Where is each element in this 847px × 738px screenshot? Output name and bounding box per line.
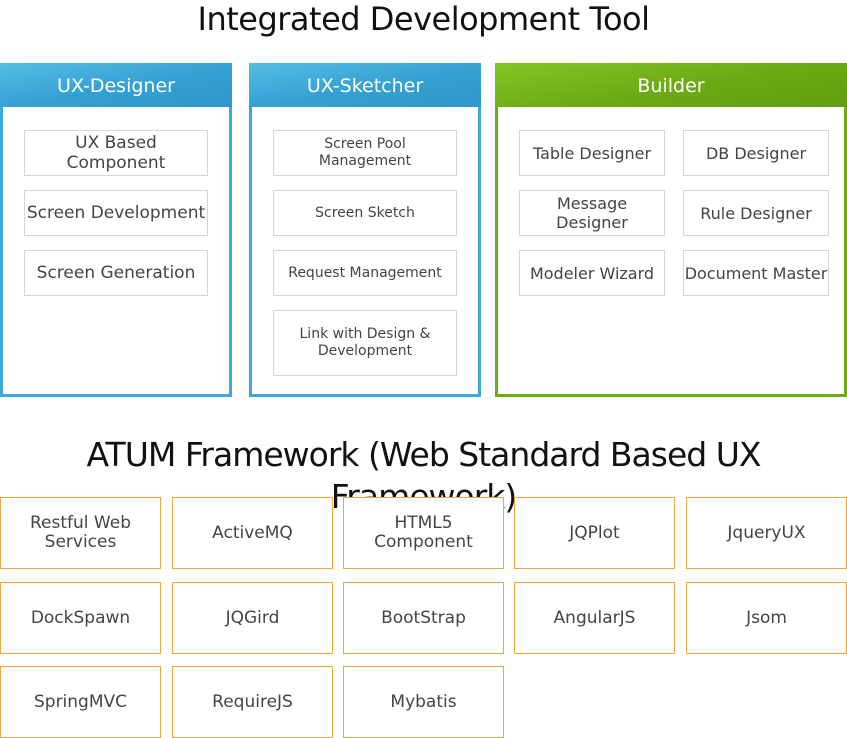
ux-designer-header: UX-Designer [0, 63, 232, 107]
rule-designer-box: Rule Designer [683, 190, 829, 236]
builder-panel: Builder Table Designer DB Designer Messa… [495, 63, 847, 397]
framework-item-restful-web-services: Restful Web Services [0, 497, 161, 569]
framework-item-dockspawn: DockSpawn [0, 582, 161, 654]
framework-item-jqueryux: JqueryUX [686, 497, 847, 569]
framework-item-jqplot: JQPlot [514, 497, 675, 569]
table-designer-box: Table Designer [519, 130, 665, 176]
modeler-wizard-box: Modeler Wizard [519, 250, 665, 296]
builder-header: Builder [495, 63, 847, 107]
framework-item-springmvc: SpringMVC [0, 666, 161, 738]
screen-pool-management-box: Screen Pool Management [273, 130, 457, 176]
framework-item-jsom: Jsom [686, 582, 847, 654]
db-designer-box: DB Designer [683, 130, 829, 176]
ux-based-component-box: UX Based Component [24, 130, 208, 176]
screen-generation-box: Screen Generation [24, 250, 208, 296]
screen-sketch-box: Screen Sketch [273, 190, 457, 236]
message-designer-box: Message Designer [519, 190, 665, 236]
request-management-box: Request Management [273, 250, 457, 296]
framework-item-html5-component: HTML5 Component [343, 497, 504, 569]
ux-sketcher-panel: UX-Sketcher Screen Pool Management Scree… [249, 63, 481, 397]
link-design-development-box: Link with Design & Development [273, 310, 457, 376]
framework-item-mybatis: Mybatis [343, 666, 504, 738]
ux-sketcher-header: UX-Sketcher [249, 63, 481, 107]
framework-item-bootstrap: BootStrap [343, 582, 504, 654]
framework-item-activemq: ActiveMQ [172, 497, 333, 569]
screen-development-box: Screen Development [24, 190, 208, 236]
document-master-box: Document Master [683, 250, 829, 296]
framework-item-requirejs: RequireJS [172, 666, 333, 738]
tool-title: Integrated Development Tool [197, 0, 651, 38]
ux-designer-panel: UX-Designer UX Based Component Screen De… [0, 63, 232, 397]
framework-item-angularjs: AngularJS [514, 582, 675, 654]
framework-item-jqgird: JQGird [172, 582, 333, 654]
